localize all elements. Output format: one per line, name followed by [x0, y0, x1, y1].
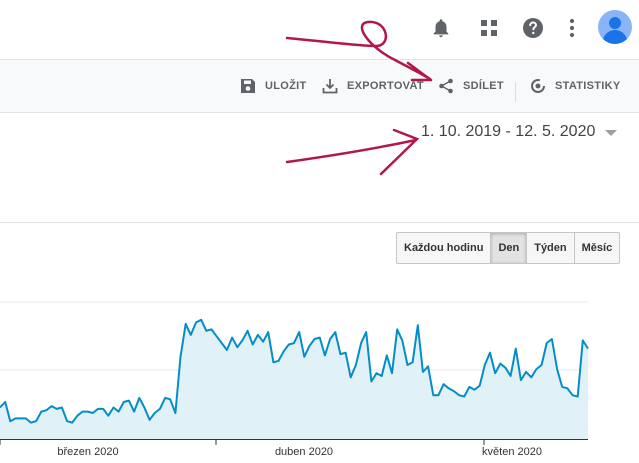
- share-label: SDÍLET: [463, 80, 504, 92]
- toolbar-separator: [515, 82, 516, 102]
- hand-drawn-arrow: [285, 138, 418, 164]
- granularity-selector: Každou hodinu Den Týden Měsíc: [396, 232, 621, 264]
- granularity-option[interactable]: Týden: [526, 233, 573, 263]
- insights-button[interactable]: STATISTIKY: [530, 60, 621, 112]
- bell-icon[interactable]: [427, 14, 455, 42]
- granularity-option[interactable]: Den: [490, 233, 527, 263]
- apps-grid-icon[interactable]: [475, 14, 503, 42]
- save-button[interactable]: ULOŽIT: [240, 60, 307, 112]
- granularity-option[interactable]: Měsíc: [573, 233, 620, 263]
- granularity-option[interactable]: Každou hodinu: [397, 233, 490, 263]
- area-fill: [0, 319, 588, 439]
- insights-icon: [531, 79, 545, 93]
- section-divider: [0, 222, 639, 223]
- more-vert-icon[interactable]: [558, 14, 586, 42]
- arrowhead: [379, 128, 420, 176]
- share-icon: [439, 78, 453, 94]
- export-button[interactable]: EXPORTOVAT: [322, 60, 424, 112]
- x-tick-label: duben 2020: [275, 446, 333, 458]
- save-icon: [241, 79, 255, 93]
- account-avatar-icon[interactable]: [598, 10, 632, 44]
- date-range-picker[interactable]: 1. 10. 2019 - 12. 5. 2020: [421, 123, 618, 141]
- share-button[interactable]: SDÍLET: [438, 60, 504, 112]
- download-icon: [322, 79, 338, 94]
- traffic-chart: březen 2020 duben 2020 květen 2020: [0, 301, 589, 458]
- dropdown-arrow-icon: [605, 130, 618, 136]
- app-header: [0, 0, 639, 58]
- save-label: ULOŽIT: [265, 80, 307, 92]
- insights-label: STATISTIKY: [555, 80, 621, 92]
- help-icon[interactable]: [519, 14, 547, 42]
- date-range-value: 1. 10. 2019 - 12. 5. 2020: [421, 123, 596, 140]
- x-tick-label: březen 2020: [57, 446, 118, 458]
- export-label: EXPORTOVAT: [347, 80, 424, 92]
- report-toolbar: ULOŽIT EXPORTOVAT SDÍLET STATISTIKY: [0, 59, 639, 113]
- x-tick-label: květen 2020: [482, 446, 542, 458]
